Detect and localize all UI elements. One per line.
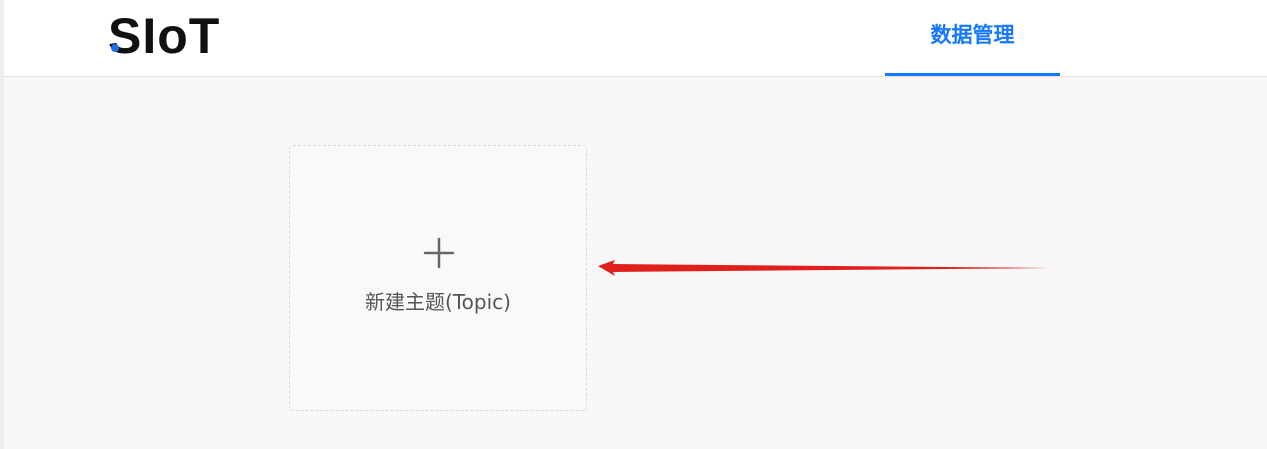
tab-data-management-label: 数据管理 — [930, 23, 1015, 47]
siot-logo: SIoT — [108, 8, 220, 64]
logo-text: SIoT — [108, 8, 221, 64]
new-topic-card[interactable]: 新建主题(Topic) — [289, 145, 587, 411]
new-topic-label: 新建主题(Topic) — [365, 290, 511, 314]
tab-data-management[interactable]: 数据管理 — [885, 0, 1060, 76]
top-bar: SIoT 数据管理 — [4, 0, 1267, 77]
logo-accent-dot — [111, 44, 119, 52]
plus-icon — [423, 237, 455, 269]
page: SIoT 数据管理 新建主题(Topic) — [0, 0, 1267, 449]
annotation-arrow — [598, 260, 1052, 276]
